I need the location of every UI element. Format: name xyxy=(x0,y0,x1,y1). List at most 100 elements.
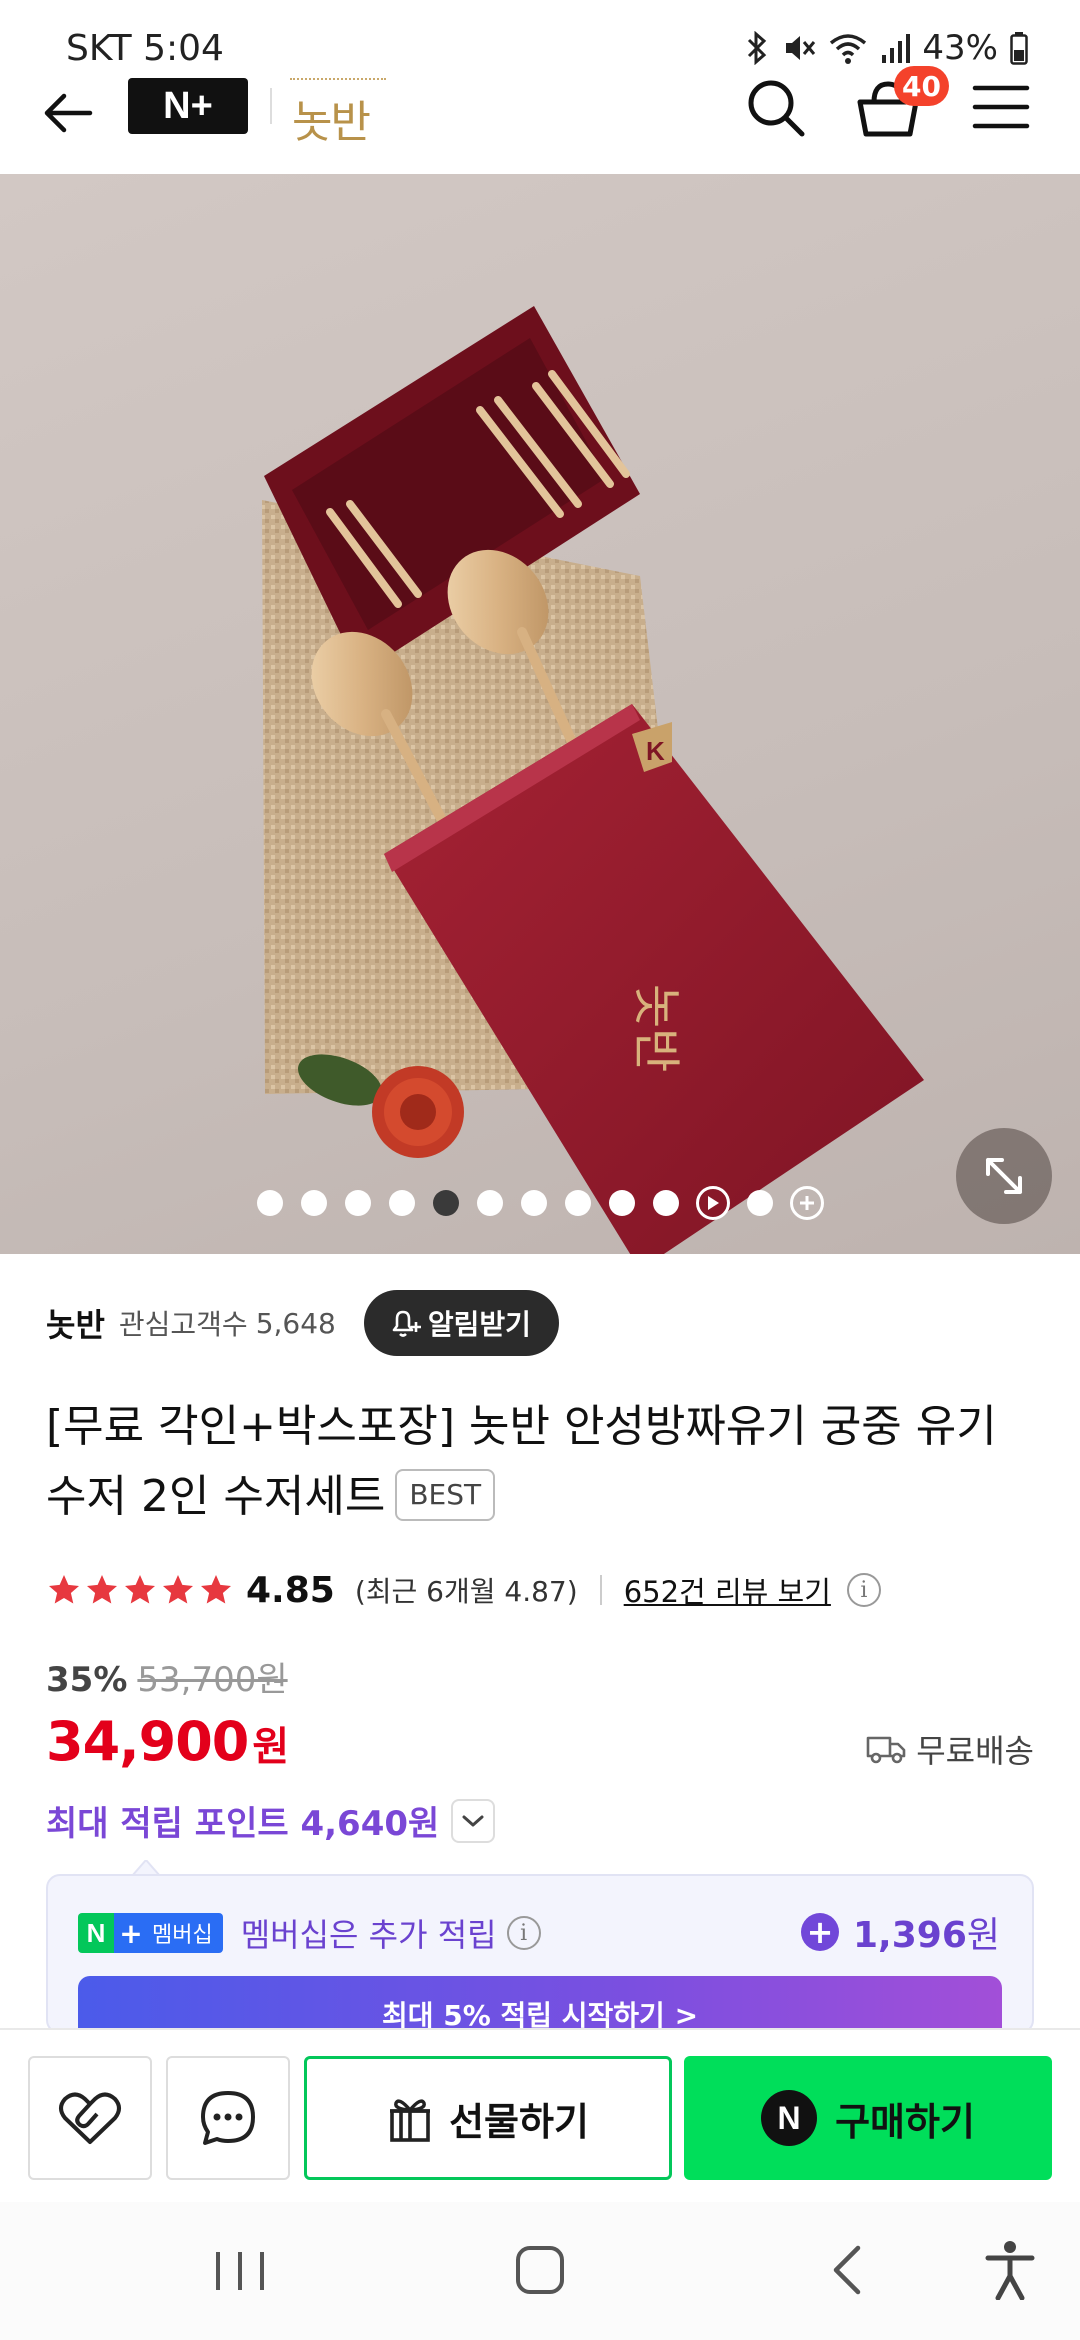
max-points-text: 최대 적립 포인트 4,640원 xyxy=(46,1804,440,1844)
carousel-dot[interactable] xyxy=(301,1190,327,1216)
product-image-carousel[interactable]: K 놋반 xyxy=(0,174,1080,1254)
bell-plus-icon xyxy=(392,1310,421,1337)
signal-icon xyxy=(882,34,911,63)
recent-rating: (최근 6개월 4.87) xyxy=(354,1575,578,1608)
membership-badge: N + 멤버십 xyxy=(78,1913,223,1953)
membership-amount-unit: 원 xyxy=(966,1915,1000,1956)
heart-icon xyxy=(59,2092,121,2144)
carousel-more-dot[interactable] xyxy=(790,1186,824,1220)
carousel-dot[interactable] xyxy=(565,1190,591,1216)
system-navigation-bar xyxy=(0,2202,1080,2340)
membership-amount: 1,396원 xyxy=(853,1906,1000,1958)
back-button[interactable] xyxy=(38,82,100,144)
play-icon xyxy=(708,1196,719,1210)
star-icon xyxy=(49,1575,79,1604)
product-title-block: [무료 각인+박스포장] 놋반 안성방짜유기 궁중 유기 수저 2인 수저세트 B… xyxy=(46,1392,1046,1532)
status-time: SKT 5:04 xyxy=(66,28,224,69)
carousel-dot[interactable] xyxy=(653,1190,679,1216)
gift-icon xyxy=(390,2099,431,2142)
naver-pay-icon: N xyxy=(761,2090,818,2146)
carousel-dot[interactable] xyxy=(345,1190,371,1216)
chat-bubble-icon xyxy=(201,2091,255,2145)
star-icon xyxy=(201,1575,231,1604)
carousel-dot[interactable] xyxy=(257,1190,283,1216)
arrow-left-icon xyxy=(44,93,93,133)
product-title: [무료 각인+박스포장] 놋반 안성방짜유기 궁중 유기 수저 2인 수저세트 xyxy=(46,1401,997,1522)
chevron-down-icon xyxy=(462,1815,484,1826)
expand-image-button[interactable] xyxy=(956,1128,1052,1224)
membership-badge-n: N xyxy=(78,1913,114,1953)
carousel-dot[interactable] xyxy=(477,1190,503,1216)
carousel-dot[interactable] xyxy=(521,1190,547,1216)
membership-label: 멤버십은 추가 적립 xyxy=(240,1916,497,1954)
shipping-info: 무료배송 xyxy=(866,1726,1034,1772)
app-header: N+ 놋반 40 xyxy=(0,66,1080,176)
bluetooth-icon xyxy=(748,31,767,65)
chat-button[interactable] xyxy=(166,2056,290,2180)
bottom-action-bar: 선물하기 N 구매하기 xyxy=(0,2028,1080,2202)
membership-points: + 1,396원 xyxy=(801,1906,1000,1958)
discount-rate: 35% xyxy=(46,1660,128,1700)
info-icon[interactable]: i xyxy=(846,1573,881,1607)
discount-row: 35% 53,700원 xyxy=(46,1652,288,1701)
naver-plus-logo[interactable]: N+ xyxy=(128,78,248,134)
carousel-dot-active[interactable] xyxy=(433,1190,459,1216)
brand-logo[interactable]: 놋반 xyxy=(290,72,400,148)
carousel-dot[interactable] xyxy=(609,1190,635,1216)
membership-info-icon[interactable]: i xyxy=(506,1916,541,1950)
membership-badge-text: 멤버십 xyxy=(148,1913,223,1953)
gift-button[interactable]: 선물하기 xyxy=(304,2056,672,2180)
star-rating xyxy=(46,1572,234,1608)
sale-price-unit: 원 xyxy=(252,1724,290,1770)
carousel-dot[interactable] xyxy=(389,1190,415,1216)
star-icon xyxy=(163,1575,193,1604)
rating-row: 4.85 (최근 6개월 4.87) 652건 리뷰 보기 i xyxy=(46,1560,881,1620)
rating-divider xyxy=(599,1575,602,1605)
membership-start-button[interactable]: 최대 5% 적립 시작하기 > xyxy=(78,1976,1002,2032)
plus-icon xyxy=(800,1196,814,1210)
battery-percent: 43% xyxy=(922,28,998,68)
carousel-video-dot[interactable] xyxy=(696,1186,730,1220)
box-brand-text: 놋반 xyxy=(628,984,684,1072)
truck-icon xyxy=(866,1736,906,1764)
wishlist-button[interactable] xyxy=(28,2056,152,2180)
system-back-icon[interactable] xyxy=(826,2244,866,2296)
original-price: 53,700원 xyxy=(137,1660,288,1700)
sale-price: 34,900 xyxy=(46,1710,249,1773)
cart-button[interactable]: 40 xyxy=(856,66,949,144)
star-icon xyxy=(87,1575,117,1604)
status-icons: 43% xyxy=(744,28,1028,68)
membership-amount-value: 1,396 xyxy=(853,1915,967,1956)
store-info-row: 놋반 관심고객수 5,648 알림받기 xyxy=(46,1290,1046,1356)
search-button[interactable] xyxy=(744,76,808,140)
plus-circle-icon: + xyxy=(801,1913,839,1951)
max-points-row[interactable]: 최대 적립 포인트 4,640원 xyxy=(46,1796,496,1845)
svg-text:K: K xyxy=(646,736,665,766)
points-expand-button[interactable] xyxy=(451,1798,496,1843)
store-name[interactable]: 놋반 xyxy=(46,1300,105,1346)
star-icon xyxy=(125,1575,155,1604)
buy-button-label: 구매하기 xyxy=(835,2099,975,2144)
carousel-dot[interactable] xyxy=(747,1190,773,1216)
logo-divider xyxy=(270,88,272,124)
carousel-pagination xyxy=(0,1186,1080,1220)
brand-logo-text: 놋반 xyxy=(292,97,371,148)
accessibility-icon[interactable] xyxy=(984,2240,1036,2300)
membership-line: N + 멤버십 멤버십은 추가 적립 i xyxy=(78,1910,541,1956)
best-badge: BEST xyxy=(395,1469,496,1521)
alarm-subscribe-button[interactable]: 알림받기 xyxy=(363,1290,559,1356)
buy-button[interactable]: N 구매하기 xyxy=(684,2056,1052,2180)
cart-count-badge: 40 xyxy=(894,66,949,106)
mute-icon xyxy=(786,36,816,60)
fan-count-label: 관심고객수 xyxy=(118,1308,248,1341)
battery-icon xyxy=(1010,32,1028,65)
wifi-icon xyxy=(830,34,867,64)
review-link[interactable]: 652건 리뷰 보기 xyxy=(624,1569,831,1611)
recent-apps-icon[interactable] xyxy=(212,2250,268,2292)
gift-button-label: 선물하기 xyxy=(449,2099,589,2144)
shipping-label: 무료배송 xyxy=(916,1732,1034,1770)
rating-value: 4.85 xyxy=(246,1569,335,1611)
home-icon[interactable] xyxy=(516,2246,564,2294)
membership-box: N + 멤버십 멤버십은 추가 적립 i + 1,396원 최대 5% 적립 시… xyxy=(46,1874,1034,2034)
menu-button[interactable] xyxy=(972,82,1030,132)
